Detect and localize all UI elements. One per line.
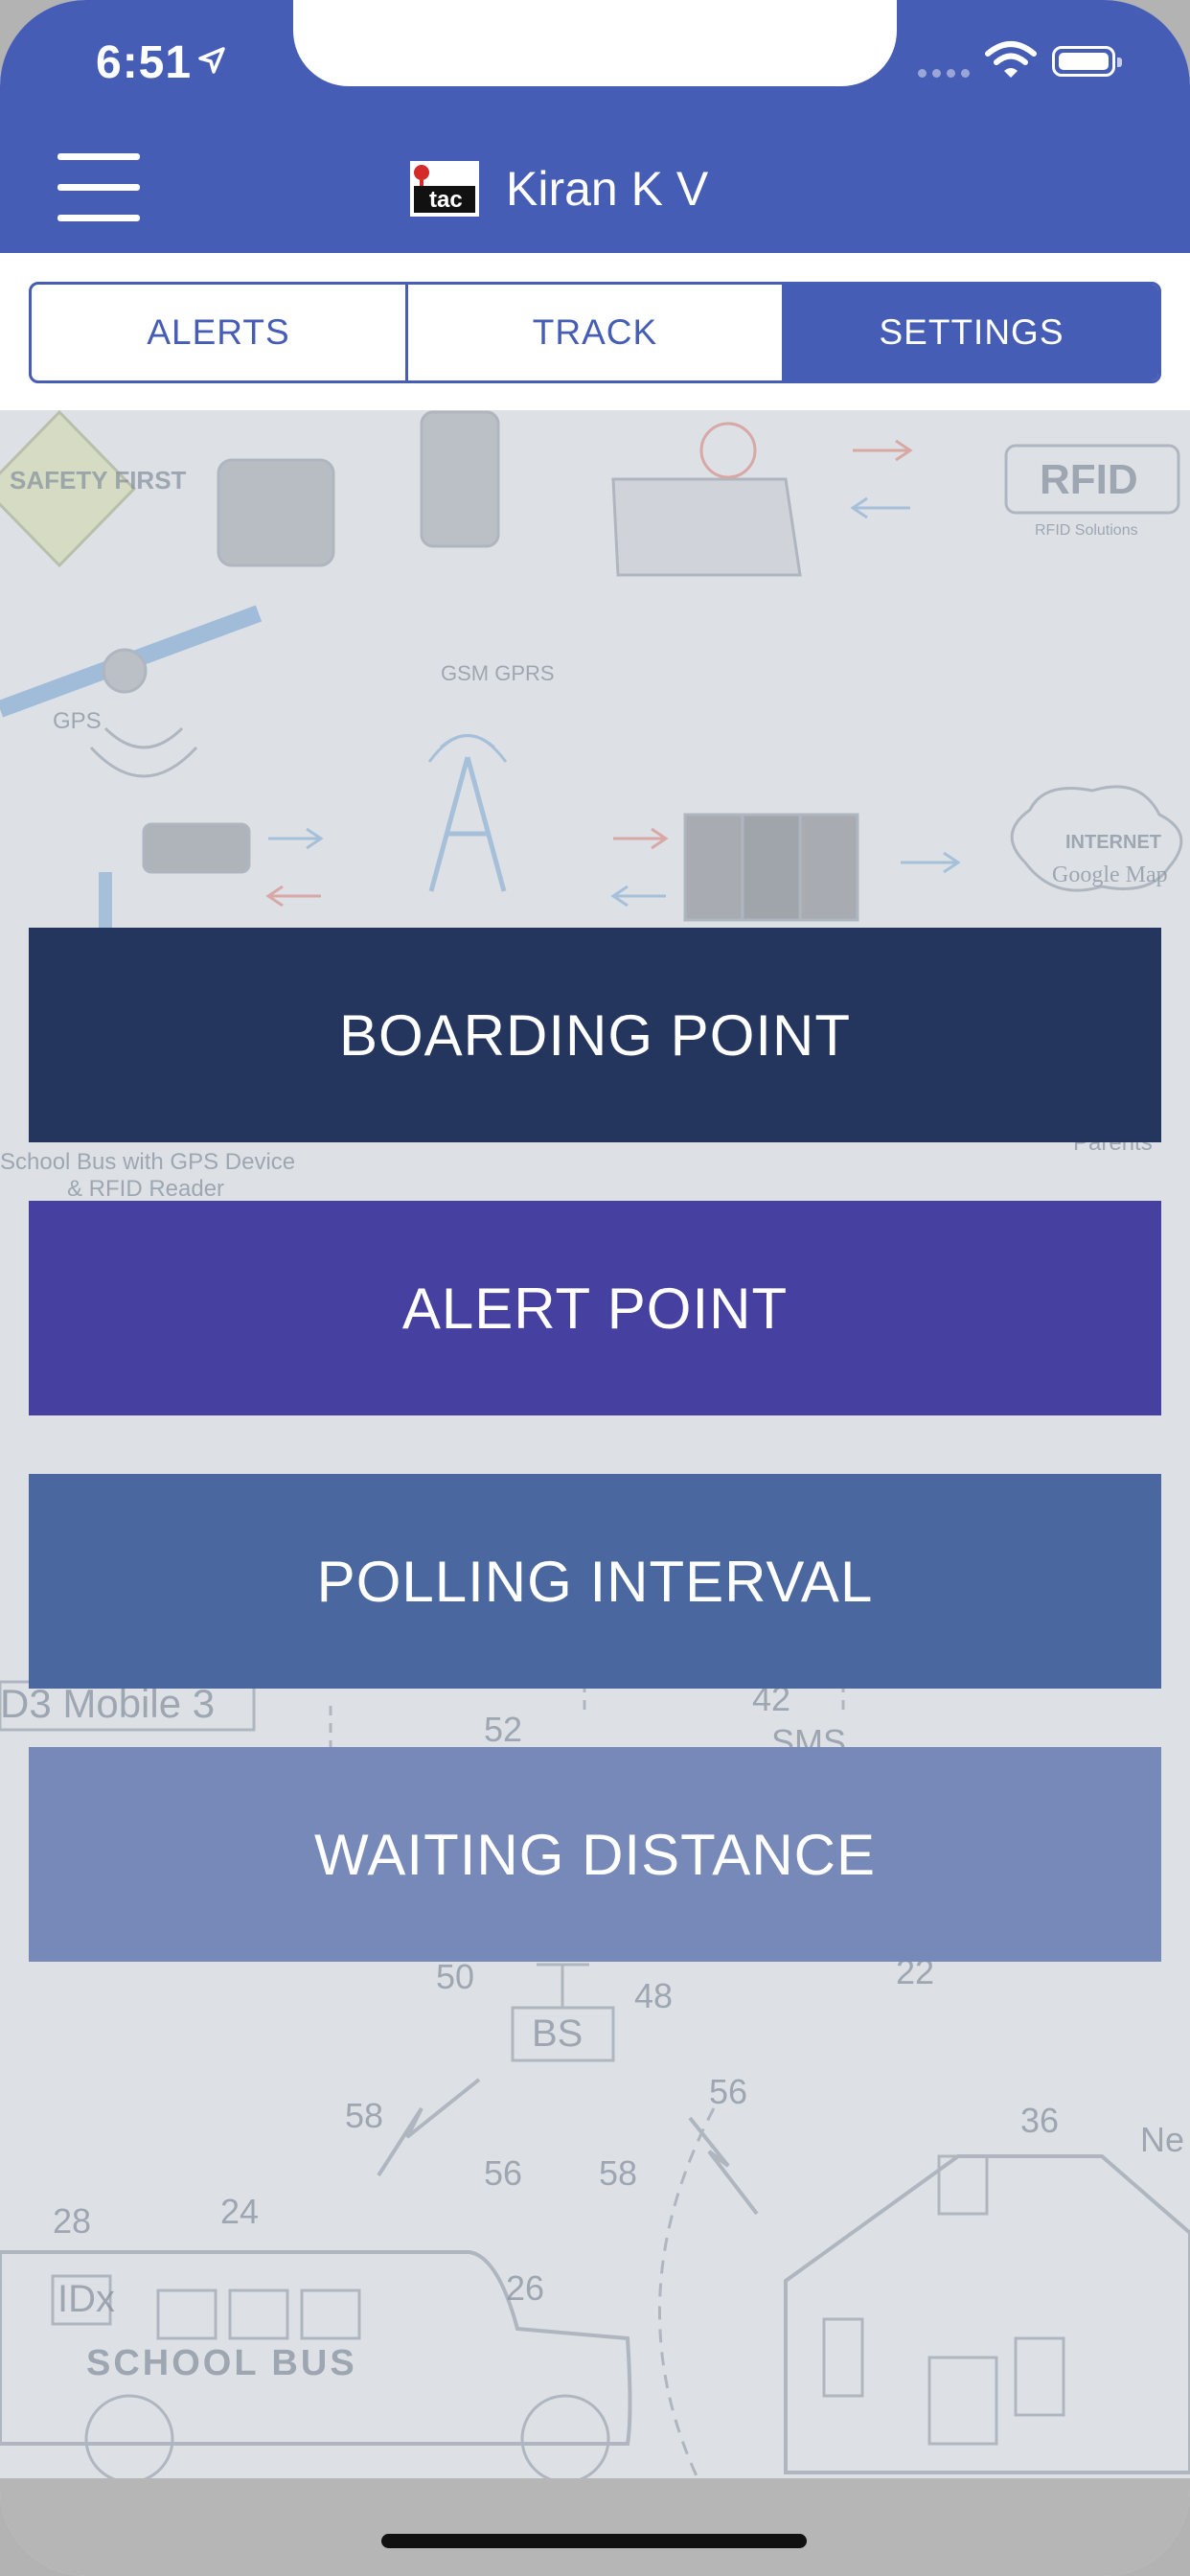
bg-label-bus-caption-1: School Bus with GPS Device [0, 1149, 295, 1175]
boarding-point-button[interactable]: BOARDING POINT [29, 928, 1161, 1142]
bg-label-internet: INTERNET [1065, 832, 1161, 853]
background-illustration: SAFETY FIRST GPS GSM GPRS RFID RFID Solu… [0, 410, 1190, 2478]
polling-interval-button[interactable]: POLLING INTERVAL [29, 1474, 1161, 1689]
bg-label-ref-28: 28 [53, 2201, 91, 2241]
bg-label-ref-ne: Ne [1140, 2120, 1184, 2159]
map-icon [611, 477, 802, 577]
bg-label-ref-48: 48 [634, 1976, 673, 2015]
bg-label-idx: IDx [57, 2278, 115, 2320]
bg-label-google-map: Google Map [1052, 862, 1168, 887]
bg-label-rfid-sub: RFID Solutions [1035, 522, 1138, 539]
bg-label-gps: GPS [53, 708, 102, 734]
bg-label-ref-50: 50 [436, 1957, 474, 1996]
tower-icon [428, 756, 507, 892]
app-screen: SAFETY FIRST GPS GSM GPRS RFID RFID Solu… [0, 0, 1190, 2576]
bg-label-ref-52: 52 [484, 1710, 522, 1749]
tab-track[interactable]: TRACK [408, 285, 785, 380]
itac-logo: tac [410, 161, 479, 217]
alert-point-button[interactable]: ALERT POINT [29, 1201, 1161, 1415]
home-indicator-area [0, 2478, 1190, 2576]
bg-label-bus-caption-2: & RFID Reader [67, 1176, 224, 1202]
map-pin-icon [699, 422, 757, 479]
status-time: 6:51 [96, 37, 193, 88]
bg-label-ref-56b: 56 [709, 2072, 747, 2111]
waiting-distance-button[interactable]: WAITING DISTANCE [29, 1747, 1161, 1962]
bg-label-bs: BS [532, 2012, 583, 2055]
bg-label-ref-58a: 58 [345, 2096, 383, 2135]
phone-icon [420, 410, 500, 548]
segmented-control: ALERTS TRACK SETTINGS [29, 282, 1161, 383]
location-arrow-icon [198, 47, 225, 74]
bg-label-school-bus: SCHOOL BUS [86, 2343, 357, 2383]
cellular-signal-icon [918, 69, 970, 78]
battery-icon [1052, 46, 1122, 77]
bg-label-ref-24: 24 [220, 2192, 259, 2231]
tab-alerts[interactable]: ALERTS [32, 285, 408, 380]
bg-label-rfid: RFID [1040, 456, 1138, 503]
bg-label-ref-26: 26 [506, 2268, 544, 2308]
home-indicator[interactable] [381, 2534, 807, 2548]
device-notch [293, 0, 897, 86]
wifi-icon [985, 41, 1037, 78]
bg-label-ref-58b: 58 [599, 2153, 637, 2193]
bg-label-ref-56a: 56 [484, 2153, 522, 2193]
svg-text:tac: tac [429, 187, 463, 213]
nav-title: Kiran K V [506, 162, 709, 216]
bg-label-gsm: GSM GPRS [441, 661, 555, 685]
bg-label-ref-36: 36 [1020, 2101, 1059, 2140]
tab-settings[interactable]: SETTINGS [785, 285, 1158, 380]
bus-icon [217, 458, 335, 567]
hamburger-menu-icon[interactable] [57, 153, 142, 222]
bg-label-safety: SAFETY FIRST [10, 466, 187, 494]
